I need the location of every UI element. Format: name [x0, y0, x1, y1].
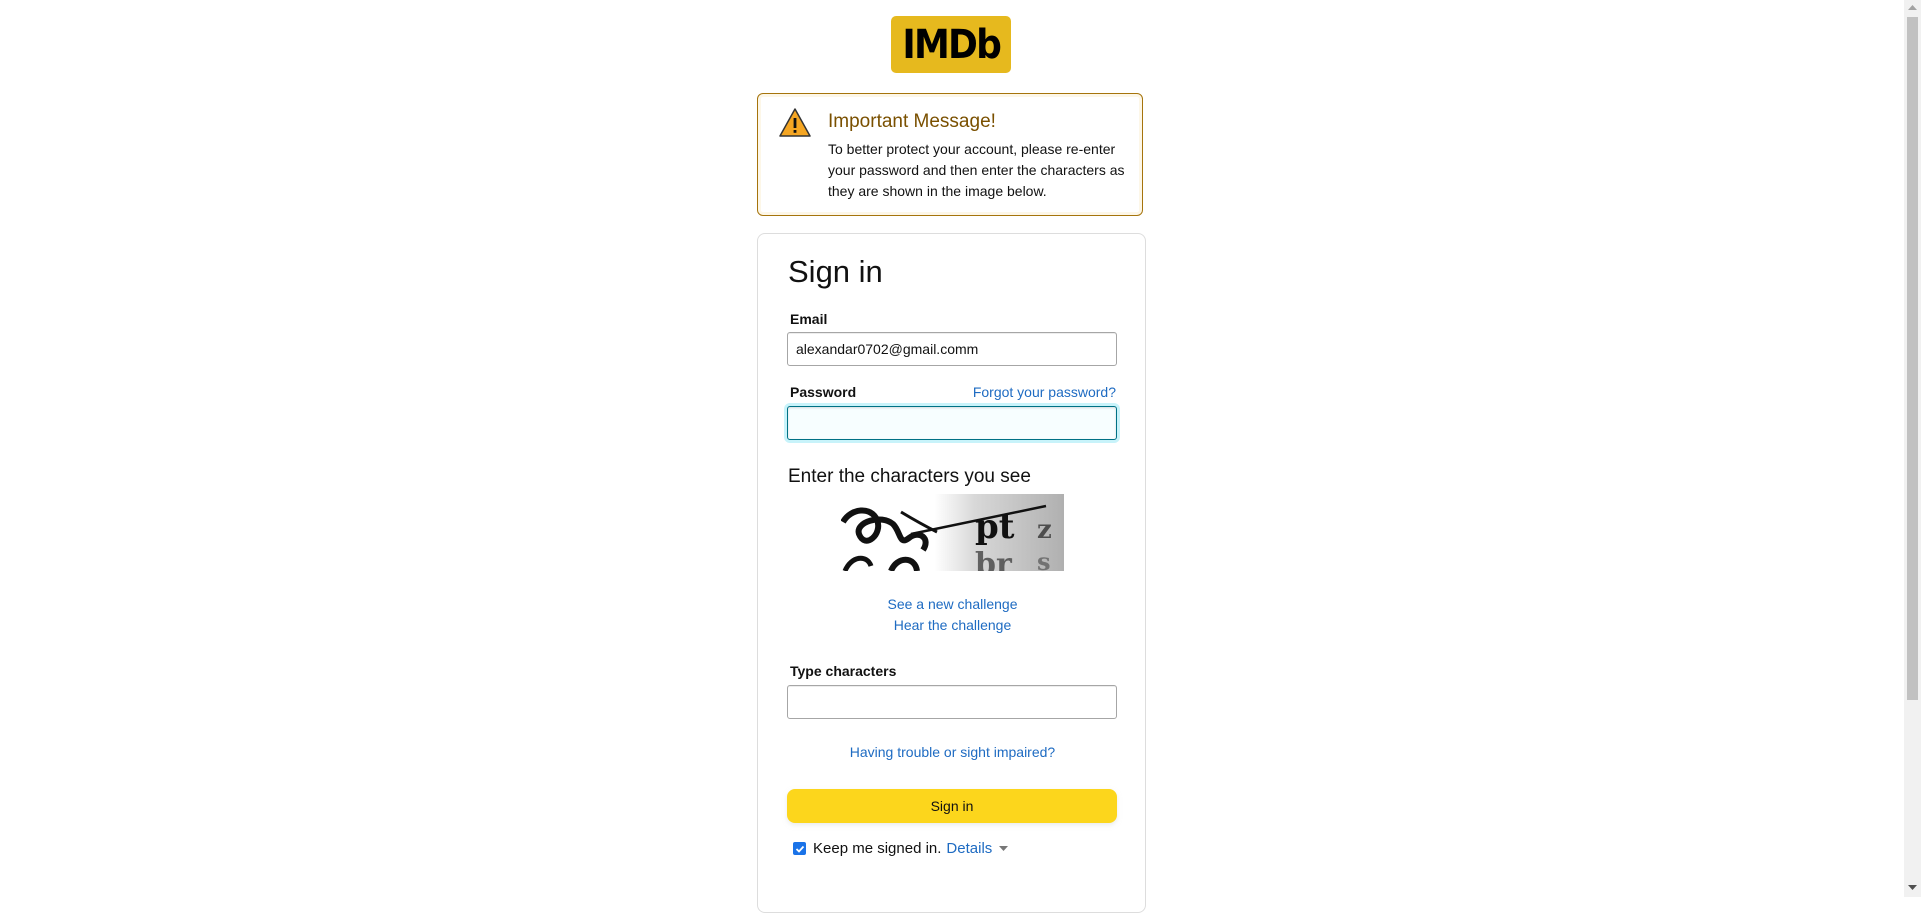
logo-text: IMDb — [902, 21, 1001, 68]
forgot-password-link[interactable]: Forgot your password? — [973, 384, 1116, 400]
warning-icon — [779, 108, 811, 137]
keep-signed-in-label: Keep me signed in. — [813, 840, 942, 857]
scroll-down-arrow-icon[interactable] — [1908, 885, 1917, 891]
captcha-field[interactable] — [787, 685, 1117, 719]
captcha-heading: Enter the characters you see — [788, 466, 1031, 487]
scroll-up-arrow-icon[interactable] — [1908, 5, 1917, 11]
sign-in-button[interactable]: Sign in — [787, 789, 1117, 823]
scrollbar-thumb[interactable] — [1907, 17, 1918, 700]
password-field[interactable] — [787, 406, 1117, 440]
alert-title: Important Message! — [828, 111, 996, 132]
password-label: Password — [790, 384, 857, 400]
caret-down-icon[interactable] — [999, 845, 1009, 852]
type-characters-label: Type characters — [790, 663, 897, 679]
email-field[interactable] — [787, 332, 1117, 366]
sight-impaired-link[interactable]: Having trouble or sight impaired? — [758, 744, 1147, 760]
svg-text:z: z — [1037, 515, 1052, 545]
email-label: Email — [790, 311, 828, 327]
svg-text:br: br — [975, 547, 1013, 571]
keep-signed-in-row: Keep me signed in. Details — [793, 840, 1009, 857]
checkmark-icon — [795, 845, 804, 853]
important-message-alert: Important Message! To better protect you… — [757, 93, 1143, 216]
page-scrollbar[interactable] — [1904, 0, 1921, 897]
details-link[interactable]: Details — [946, 840, 992, 857]
signin-card: Sign in Email Password Forgot your passw… — [757, 233, 1146, 913]
imdb-logo[interactable]: IMDb — [891, 16, 1011, 73]
svg-text:s: s — [1037, 547, 1051, 571]
hear-challenge-link[interactable]: Hear the challenge — [758, 617, 1147, 633]
new-challenge-link[interactable]: See a new challenge — [758, 596, 1147, 612]
keep-signed-in-checkbox[interactable] — [793, 842, 806, 855]
page-title: Sign in — [788, 254, 883, 289]
alert-body: To better protect your account, please r… — [828, 141, 1125, 199]
captcha-image: pt br z s — [841, 494, 1064, 571]
